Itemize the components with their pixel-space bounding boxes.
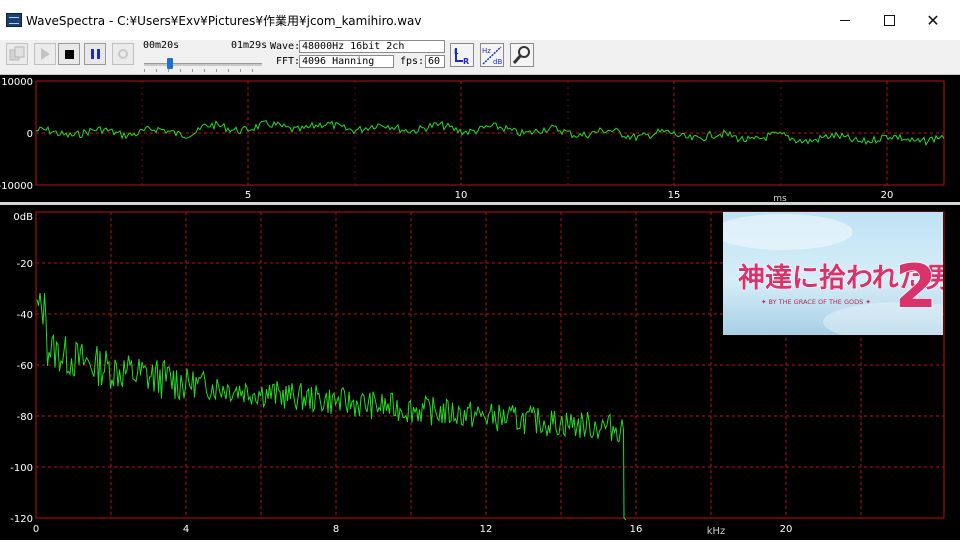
fft-label: FFT: bbox=[276, 56, 301, 67]
time-total: 01m29s bbox=[231, 40, 268, 51]
fft-setting-field[interactable]: 4096 Hanning bbox=[299, 55, 394, 68]
spectrum-panel: 0dB -20 -40 -60 -80 -100 -120 0 4 8 12 16 20 kHz 神達に拾… bbox=[0, 205, 960, 540]
spectrum-x-unit-label: kHz bbox=[707, 526, 726, 537]
play-button[interactable] bbox=[34, 43, 56, 65]
svg-text:Hz: Hz bbox=[482, 47, 491, 55]
wave-x-tick-label: 10 bbox=[455, 190, 468, 201]
toolbar: 00m20s 01m29s Wave: 48000Hz 16bit 2ch FF… bbox=[0, 40, 960, 75]
open-file-icon bbox=[9, 46, 25, 61]
close-button[interactable]: ✕ bbox=[910, 0, 956, 40]
stop-button[interactable] bbox=[58, 43, 80, 65]
spectrum-y-tick-label: -80 bbox=[17, 412, 33, 423]
spectrum-x-tick-label: 16 bbox=[630, 524, 643, 535]
anime-logo-image: 神達に拾われた男 2 ✦ BY THE GRACE OF THE GODS ✦ bbox=[723, 212, 943, 335]
play-icon bbox=[40, 48, 50, 60]
spectrum-x-tick-label: 4 bbox=[183, 524, 189, 535]
wave-y-tick-label: 10000 bbox=[1, 77, 33, 88]
settings-button[interactable] bbox=[510, 43, 534, 67]
record-icon bbox=[118, 49, 128, 59]
spectrum-x-tick-label: 20 bbox=[780, 524, 793, 535]
close-icon: ✕ bbox=[926, 10, 940, 30]
spectrum-trace bbox=[36, 292, 627, 521]
spectrum-x-tick-label: 8 bbox=[333, 524, 339, 535]
spectrum-y-tick-label: -100 bbox=[10, 463, 33, 474]
hz-db-scale-button[interactable]: Hz dB bbox=[480, 43, 504, 67]
spectrum-x-tick-label: 12 bbox=[480, 524, 493, 535]
wave-format-field: 48000Hz 16bit 2ch bbox=[299, 40, 445, 53]
pause-button[interactable] bbox=[84, 43, 106, 65]
spectrum-y-tick-label: -40 bbox=[17, 310, 33, 321]
settings-wrench-icon bbox=[512, 46, 530, 64]
wave-y-tick-label: -10000 bbox=[0, 181, 33, 192]
seek-slider-ticks bbox=[144, 69, 262, 72]
anime-logo-art: 神達に拾われた男 2 ✦ BY THE GRACE OF THE GODS ✦ bbox=[723, 214, 943, 335]
minimize-icon bbox=[840, 19, 850, 21]
svg-text:L: L bbox=[454, 48, 459, 56]
maximize-icon bbox=[883, 14, 895, 26]
seek-slider-track[interactable] bbox=[144, 63, 262, 66]
app-icon bbox=[6, 13, 22, 27]
wave-x-tick-label: 5 bbox=[245, 190, 251, 201]
channel-lr-icon: R L bbox=[454, 48, 469, 66]
title-bar: WaveSpectra - C:¥Users¥Exv¥Pictures¥作業用¥… bbox=[0, 0, 960, 41]
svg-text:✦ BY THE GRACE OF THE GODS ✦: ✦ BY THE GRACE OF THE GODS ✦ bbox=[761, 298, 871, 306]
channel-lr-button[interactable]: R L bbox=[450, 43, 474, 67]
spectrum-y-tick-label: -60 bbox=[17, 361, 33, 372]
pause-icon bbox=[90, 49, 100, 59]
svg-text:dB: dB bbox=[493, 58, 502, 66]
window-title: WaveSpectra - C:¥Users¥Exv¥Pictures¥作業用¥… bbox=[26, 14, 422, 28]
spectrum-x-tick-label: 0 bbox=[33, 524, 39, 535]
hz-db-scale-icon: Hz dB bbox=[482, 46, 502, 66]
time-current: 00m20s bbox=[143, 40, 180, 51]
wave-plot-frame bbox=[35, 80, 945, 186]
maximize-button[interactable] bbox=[866, 0, 912, 40]
svg-text:2: 2 bbox=[895, 252, 937, 322]
wave-x-tick-label: 15 bbox=[668, 190, 681, 201]
wave-label: Wave: bbox=[270, 41, 301, 52]
waveform-plot: 100000-100005 10 15 20ms bbox=[0, 77, 945, 204]
seek-slider-thumb[interactable] bbox=[166, 58, 173, 69]
fps-field[interactable]: 60 bbox=[425, 55, 445, 68]
wave-y-tick-label: 0 bbox=[27, 129, 33, 140]
minimize-button[interactable] bbox=[822, 0, 868, 40]
stop-icon bbox=[64, 49, 74, 59]
waveform-panel: 10000 0 -10000 5 10 15 20 ms bbox=[0, 75, 960, 204]
svg-text:R: R bbox=[463, 57, 469, 66]
wave-x-tick-label: 20 bbox=[881, 190, 894, 201]
spectrum-y-tick-label: 0dB bbox=[13, 212, 33, 223]
record-button[interactable] bbox=[112, 43, 134, 65]
waveform-trace bbox=[35, 119, 945, 147]
spectrum-y-tick-label: -120 bbox=[10, 514, 33, 525]
fps-label: fps: bbox=[400, 56, 425, 67]
spectrum-y-tick-label: -20 bbox=[17, 259, 33, 270]
open-file-button[interactable] bbox=[6, 43, 28, 65]
